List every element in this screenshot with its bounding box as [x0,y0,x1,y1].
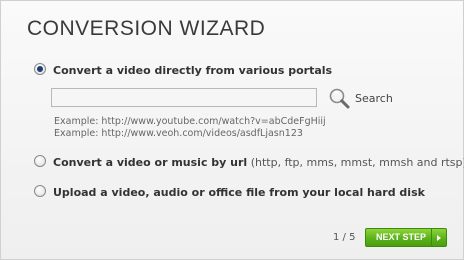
radio-url[interactable] [34,155,46,167]
option-url-text: Convert a video or music by url [53,156,248,169]
option-upload-text: Upload a video, audio or office file fro… [53,186,425,199]
option-portals-label[interactable]: Convert a video directly from various po… [53,64,332,77]
magnifier-icon[interactable] [327,87,351,111]
arrow-right-icon [431,229,446,246]
next-step-label: NEXT STEP [376,232,427,242]
portal-url-input[interactable] [51,88,317,107]
next-step-button[interactable]: NEXT STEP [365,228,447,247]
option-url-protocols: (http, ftp, mms, mmst, mmsh and rtsp) [247,156,464,169]
radio-upload[interactable] [34,185,46,197]
search-button-label[interactable]: Search [355,92,393,105]
conversion-wizard-panel: CONVERSION WIZARD Convert a video direct… [0,0,464,260]
step-counter: 1 / 5 [333,232,356,243]
example-veoh: Example: http://www.veoh.com/videos/asdf… [54,128,303,139]
radio-portals[interactable] [34,63,46,75]
wizard-title: CONVERSION WIZARD [27,17,266,40]
example-youtube: Example: http://www.youtube.com/watch?v=… [54,116,326,127]
option-portals-text: Convert a video directly from various po… [53,64,333,77]
option-upload-label[interactable]: Upload a video, audio or office file fro… [53,186,425,199]
option-url-label[interactable]: Convert a video or music by url (http, f… [53,156,464,169]
